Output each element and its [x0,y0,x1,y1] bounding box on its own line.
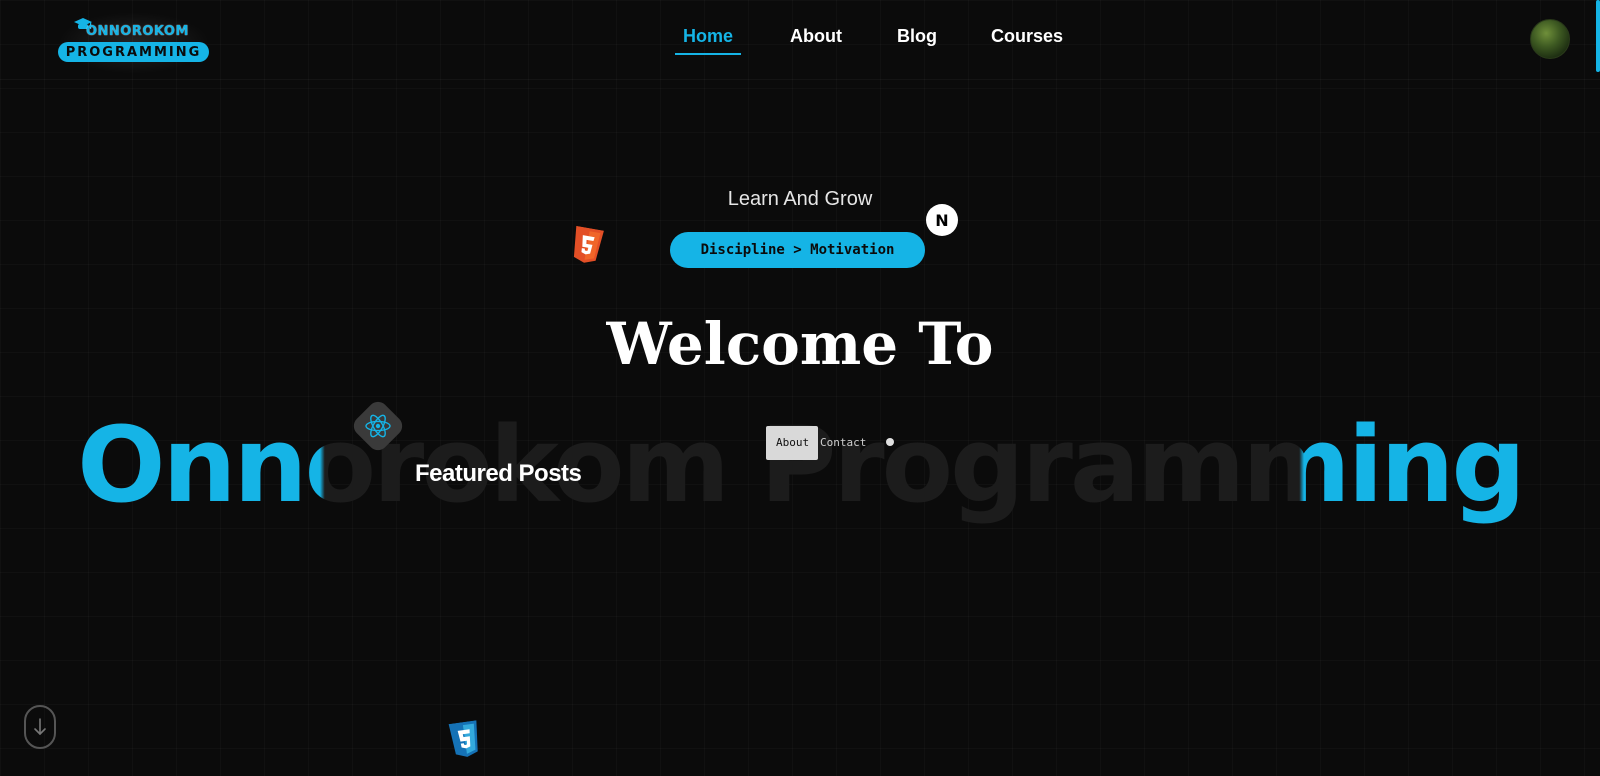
hero-welcome: Welcome To [606,310,994,378]
hero-brand-title: Onnorokom Programming [0,400,1600,530]
html5-icon [573,225,604,263]
mini-nav-contact[interactable]: Contact [820,436,866,449]
nav-home[interactable]: Home [675,26,742,55]
mini-nav-preview: About Contact [766,426,916,460]
site-header: ONNOROKOM PROGRAMMING Home About Blog Co… [0,0,1600,80]
nav-blog[interactable]: Blog [897,26,937,53]
main-nav: Home About Blog Courses [0,26,1600,58]
hero-pill: Discipline > Motivation [670,232,925,268]
mini-nav-about[interactable]: About [776,436,809,449]
hero-tagline: Learn And Grow [727,188,873,210]
css3-icon [448,720,478,757]
nextjs-icon: N [926,204,958,236]
mini-nav-dot [886,438,894,446]
hero-brand-wrap: Onnorokom Programming [0,400,1600,530]
user-avatar[interactable] [1530,19,1570,59]
nav-about[interactable]: About [790,26,842,53]
scroll-down-button[interactable] [24,705,56,749]
featured-posts-heading: Featured Posts [415,460,582,487]
scrollbar-thumb[interactable] [1596,0,1600,72]
nav-courses[interactable]: Courses [991,26,1063,53]
arrow-down-icon [34,718,46,735]
